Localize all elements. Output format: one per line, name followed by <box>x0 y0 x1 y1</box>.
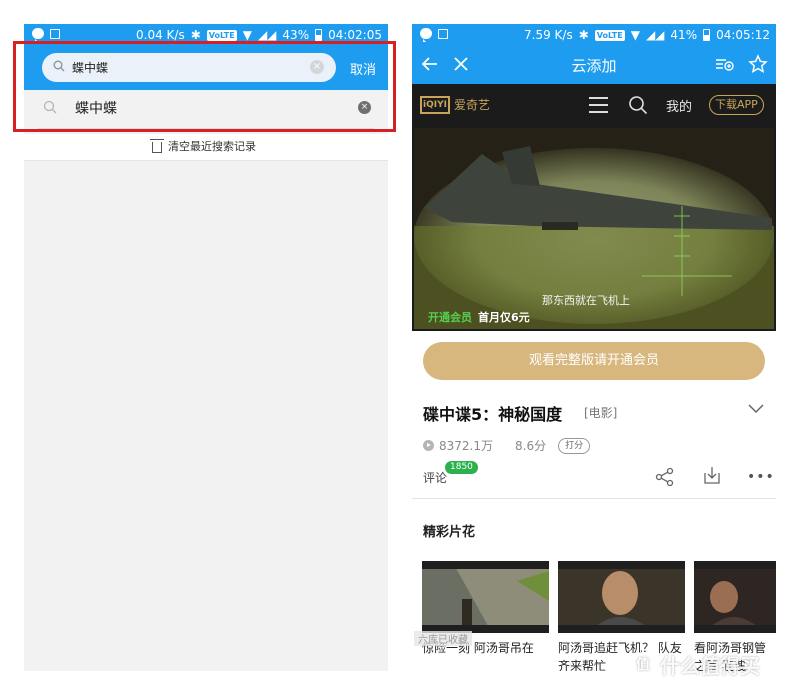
section-divider <box>412 498 776 499</box>
my-account-link[interactable]: 我的 <box>666 96 692 115</box>
highlight-box <box>13 41 396 132</box>
rate-button[interactable]: 打分 <box>558 437 591 454</box>
clear-history-row[interactable]: 清空最近搜索记录 <box>24 134 388 161</box>
battery-percent: 43% <box>282 28 310 42</box>
clock: 04:05:12 <box>716 28 770 42</box>
status-bar: 7.59 K/s ✱ VoLTE ▼ ◢◢ 41% 04:05:12 <box>412 24 776 47</box>
movie-score: 8.6分 <box>515 439 547 453</box>
battery-icon <box>703 29 711 41</box>
star-icon[interactable] <box>748 54 768 74</box>
chevron-down-icon[interactable] <box>748 404 764 414</box>
watermark: 值 什么值得买 <box>630 650 760 679</box>
volte-badge: VoLTE <box>206 29 237 41</box>
download-app-button[interactable]: 下载APP <box>709 95 764 115</box>
message-icon <box>32 28 44 42</box>
video-player[interactable]: 那东西就在飞机上 开通会员 首月仅6元 <box>412 126 776 331</box>
share-icon[interactable] <box>655 467 675 487</box>
iqiyi-logo[interactable]: iQIYI <box>420 96 450 114</box>
message-icon <box>420 28 432 42</box>
volte-badge: VoLTE <box>594 29 625 41</box>
battery-icon <box>315 29 323 41</box>
bluetooth-icon: ✱ <box>190 28 201 42</box>
comment-link[interactable]: 评论 <box>423 469 447 486</box>
right-phone-screenshot: 7.59 K/s ✱ VoLTE ▼ ◢◢ 41% 04:05:12 云添加 i… <box>412 24 776 671</box>
clip-thumbnail[interactable] <box>422 561 549 633</box>
wifi-icon: ▼ <box>242 28 252 42</box>
network-speed: 0.04 K/s <box>136 28 185 42</box>
iqiyi-nav-bar: iQIYI 爱奇艺 我的 下载APP <box>412 84 776 126</box>
signal-icon: ◢◢ <box>257 28 277 42</box>
clip-overlay-tag: 六库已收藏 <box>414 631 472 646</box>
watermark-logo-icon: 值 <box>630 651 656 678</box>
signal-icon: ◢◢ <box>645 28 665 42</box>
play-count-icon <box>423 440 434 451</box>
download-icon[interactable] <box>702 465 722 485</box>
image-notification-icon <box>50 28 60 39</box>
vip-promo-label: 开通会员 <box>428 311 472 324</box>
video-subtitle: 那东西就在飞机上 <box>542 294 630 307</box>
battery-percent: 41% <box>670 28 698 42</box>
clock: 04:02:05 <box>328 28 382 42</box>
comment-count-badge: 1850 <box>445 461 478 474</box>
app-header: 云添加 <box>412 47 776 84</box>
clip-thumbnail[interactable] <box>558 561 685 633</box>
watch-full-button[interactable]: 观看完整版请开通会员 <box>423 342 765 380</box>
trash-icon <box>150 139 164 153</box>
movie-title: 碟中谍5：神秘国度 <box>423 405 563 424</box>
image-notification-icon <box>438 28 448 39</box>
highlights-section-title: 精彩片花 <box>423 525 476 540</box>
menu-icon[interactable] <box>589 97 608 118</box>
clip-thumbnail[interactable] <box>694 561 776 633</box>
cloud-add-icon[interactable] <box>714 56 734 72</box>
watermark-text: 什么值得买 <box>660 654 760 678</box>
wifi-icon: ▼ <box>630 28 640 42</box>
vip-promo-price: 首月仅6元 <box>478 311 530 324</box>
movie-stats: 8372.1万 8.6分 打分 <box>423 437 591 454</box>
clear-history-label: 清空最近搜索记录 <box>168 140 256 153</box>
search-icon[interactable] <box>628 95 648 115</box>
network-speed: 7.59 K/s <box>524 28 573 42</box>
more-options-icon[interactable]: ••• <box>747 470 775 484</box>
movie-type: [电影] <box>584 406 618 420</box>
iqiyi-brand-name: 爱奇艺 <box>454 98 491 112</box>
bluetooth-icon: ✱ <box>578 28 589 42</box>
vip-promo[interactable]: 开通会员 首月仅6元 <box>428 309 530 325</box>
play-count: 8372.1万 <box>439 439 493 453</box>
